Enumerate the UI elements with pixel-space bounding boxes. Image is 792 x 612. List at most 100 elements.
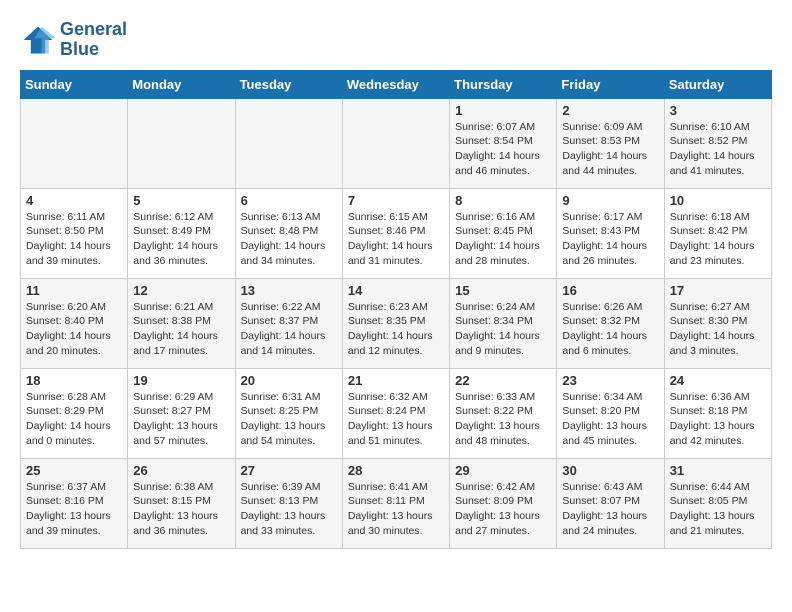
calendar-day-15: 15 Sunrise: 6:24 AM Sunset: 8:34 PM Dayli… <box>450 278 557 368</box>
calendar-day-18: 18 Sunrise: 6:28 AM Sunset: 8:29 PM Dayli… <box>21 368 128 458</box>
weekday-header-row: SundayMondayTuesdayWednesdayThursdayFrid… <box>21 70 772 98</box>
day-number: 5 <box>133 193 229 208</box>
logo-icon <box>20 22 56 58</box>
day-info: Sunrise: 6:21 AM Sunset: 8:38 PM Dayligh… <box>133 300 229 359</box>
day-info: Sunrise: 6:29 AM Sunset: 8:27 PM Dayligh… <box>133 390 229 449</box>
calendar-day-20: 20 Sunrise: 6:31 AM Sunset: 8:25 PM Dayli… <box>235 368 342 458</box>
day-number: 10 <box>670 193 766 208</box>
day-info: Sunrise: 6:33 AM Sunset: 8:22 PM Dayligh… <box>455 390 551 449</box>
weekday-header-sunday: Sunday <box>21 70 128 98</box>
day-info: Sunrise: 6:27 AM Sunset: 8:30 PM Dayligh… <box>670 300 766 359</box>
day-info: Sunrise: 6:43 AM Sunset: 8:07 PM Dayligh… <box>562 480 658 539</box>
calendar-day-11: 11 Sunrise: 6:20 AM Sunset: 8:40 PM Dayli… <box>21 278 128 368</box>
calendar-day-26: 26 Sunrise: 6:38 AM Sunset: 8:15 PM Dayli… <box>128 458 235 548</box>
weekday-header-wednesday: Wednesday <box>342 70 449 98</box>
page-header: General Blue <box>20 20 772 60</box>
calendar-day-19: 19Sunrise: 6:29 AM Sunset: 8:27 PM Dayli… <box>128 368 235 458</box>
day-info: Sunrise: 6:34 AM Sunset: 8:20 PM Dayligh… <box>562 390 658 449</box>
calendar-week-row: 1 Sunrise: 6:07 AM Sunset: 8:54 PM Daylig… <box>21 98 772 188</box>
weekday-header-friday: Friday <box>557 70 664 98</box>
calendar-day-empty <box>21 98 128 188</box>
day-info: Sunrise: 6:24 AM Sunset: 8:34 PM Dayligh… <box>455 300 551 359</box>
day-number: 26 <box>133 463 229 478</box>
calendar-day-9: 9Sunrise: 6:17 AM Sunset: 8:43 PM Daylig… <box>557 188 664 278</box>
calendar-day-7: 7 Sunrise: 6:15 AM Sunset: 8:46 PM Daylig… <box>342 188 449 278</box>
day-info: Sunrise: 6:13 AM Sunset: 8:48 PM Dayligh… <box>241 210 337 269</box>
calendar-day-13: 13Sunrise: 6:22 AM Sunset: 8:37 PM Dayli… <box>235 278 342 368</box>
calendar-week-row: 11 Sunrise: 6:20 AM Sunset: 8:40 PM Dayli… <box>21 278 772 368</box>
day-number: 23 <box>562 373 658 388</box>
calendar-day-14: 14 Sunrise: 6:23 AM Sunset: 8:35 PM Dayli… <box>342 278 449 368</box>
day-number: 1 <box>455 103 551 118</box>
day-info: Sunrise: 6:37 AM Sunset: 8:16 PM Dayligh… <box>26 480 122 539</box>
day-info: Sunrise: 6:09 AM Sunset: 8:53 PM Dayligh… <box>562 120 658 179</box>
day-info: Sunrise: 6:32 AM Sunset: 8:24 PM Dayligh… <box>348 390 444 449</box>
calendar-day-4: 4 Sunrise: 6:11 AM Sunset: 8:50 PM Daylig… <box>21 188 128 278</box>
calendar-week-row: 4 Sunrise: 6:11 AM Sunset: 8:50 PM Daylig… <box>21 188 772 278</box>
day-info: Sunrise: 6:23 AM Sunset: 8:35 PM Dayligh… <box>348 300 444 359</box>
day-info: Sunrise: 6:20 AM Sunset: 8:40 PM Dayligh… <box>26 300 122 359</box>
day-info: Sunrise: 6:44 AM Sunset: 8:05 PM Dayligh… <box>670 480 766 539</box>
calendar-day-empty <box>235 98 342 188</box>
day-number: 20 <box>241 373 337 388</box>
calendar-day-8: 8 Sunrise: 6:16 AM Sunset: 8:45 PM Daylig… <box>450 188 557 278</box>
day-info: Sunrise: 6:26 AM Sunset: 8:32 PM Dayligh… <box>562 300 658 359</box>
calendar-day-1: 1 Sunrise: 6:07 AM Sunset: 8:54 PM Daylig… <box>450 98 557 188</box>
weekday-header-monday: Monday <box>128 70 235 98</box>
calendar-day-10: 10Sunrise: 6:18 AM Sunset: 8:42 PM Dayli… <box>664 188 771 278</box>
day-number: 27 <box>241 463 337 478</box>
weekday-header-thursday: Thursday <box>450 70 557 98</box>
day-info: Sunrise: 6:42 AM Sunset: 8:09 PM Dayligh… <box>455 480 551 539</box>
calendar-day-5: 5 Sunrise: 6:12 AM Sunset: 8:49 PM Daylig… <box>128 188 235 278</box>
calendar-day-23: 23 Sunrise: 6:34 AM Sunset: 8:20 PM Dayli… <box>557 368 664 458</box>
logo: General Blue <box>20 20 127 60</box>
day-info: Sunrise: 6:15 AM Sunset: 8:46 PM Dayligh… <box>348 210 444 269</box>
day-number: 30 <box>562 463 658 478</box>
calendar-day-empty <box>342 98 449 188</box>
day-info: Sunrise: 6:22 AM Sunset: 8:37 PM Dayligh… <box>241 300 337 359</box>
calendar-day-31: 31Sunrise: 6:44 AM Sunset: 8:05 PM Dayli… <box>664 458 771 548</box>
calendar-day-16: 16 Sunrise: 6:26 AM Sunset: 8:32 PM Dayli… <box>557 278 664 368</box>
day-info: Sunrise: 6:07 AM Sunset: 8:54 PM Dayligh… <box>455 120 551 179</box>
calendar-day-29: 29 Sunrise: 6:42 AM Sunset: 8:09 PM Dayli… <box>450 458 557 548</box>
day-number: 6 <box>241 193 337 208</box>
calendar-week-row: 18 Sunrise: 6:28 AM Sunset: 8:29 PM Dayli… <box>21 368 772 458</box>
calendar-day-30: 30 Sunrise: 6:43 AM Sunset: 8:07 PM Dayli… <box>557 458 664 548</box>
calendar-day-12: 12Sunrise: 6:21 AM Sunset: 8:38 PM Dayli… <box>128 278 235 368</box>
day-info: Sunrise: 6:28 AM Sunset: 8:29 PM Dayligh… <box>26 390 122 449</box>
day-number: 22 <box>455 373 551 388</box>
weekday-header-tuesday: Tuesday <box>235 70 342 98</box>
day-number: 28 <box>348 463 444 478</box>
day-number: 8 <box>455 193 551 208</box>
day-number: 29 <box>455 463 551 478</box>
day-info: Sunrise: 6:12 AM Sunset: 8:49 PM Dayligh… <box>133 210 229 269</box>
day-number: 18 <box>26 373 122 388</box>
day-number: 11 <box>26 283 122 298</box>
day-number: 24 <box>670 373 766 388</box>
day-number: 7 <box>348 193 444 208</box>
day-number: 3 <box>670 103 766 118</box>
day-info: Sunrise: 6:16 AM Sunset: 8:45 PM Dayligh… <box>455 210 551 269</box>
calendar-day-empty <box>128 98 235 188</box>
day-number: 4 <box>26 193 122 208</box>
day-number: 15 <box>455 283 551 298</box>
day-info: Sunrise: 6:31 AM Sunset: 8:25 PM Dayligh… <box>241 390 337 449</box>
day-info: Sunrise: 6:36 AM Sunset: 8:18 PM Dayligh… <box>670 390 766 449</box>
calendar-day-25: 25Sunrise: 6:37 AM Sunset: 8:16 PM Dayli… <box>21 458 128 548</box>
day-info: Sunrise: 6:11 AM Sunset: 8:50 PM Dayligh… <box>26 210 122 269</box>
day-number: 14 <box>348 283 444 298</box>
day-info: Sunrise: 6:38 AM Sunset: 8:15 PM Dayligh… <box>133 480 229 539</box>
weekday-header-saturday: Saturday <box>664 70 771 98</box>
day-info: Sunrise: 6:39 AM Sunset: 8:13 PM Dayligh… <box>241 480 337 539</box>
calendar-day-6: 6 Sunrise: 6:13 AM Sunset: 8:48 PM Daylig… <box>235 188 342 278</box>
calendar-table: SundayMondayTuesdayWednesdayThursdayFrid… <box>20 70 772 549</box>
day-number: 21 <box>348 373 444 388</box>
day-number: 17 <box>670 283 766 298</box>
day-info: Sunrise: 6:10 AM Sunset: 8:52 PM Dayligh… <box>670 120 766 179</box>
calendar-day-21: 21 Sunrise: 6:32 AM Sunset: 8:24 PM Dayli… <box>342 368 449 458</box>
calendar-day-17: 17 Sunrise: 6:27 AM Sunset: 8:30 PM Dayli… <box>664 278 771 368</box>
logo-text: General Blue <box>60 20 127 60</box>
day-info: Sunrise: 6:17 AM Sunset: 8:43 PM Dayligh… <box>562 210 658 269</box>
day-number: 16 <box>562 283 658 298</box>
calendar-day-28: 28Sunrise: 6:41 AM Sunset: 8:11 PM Dayli… <box>342 458 449 548</box>
